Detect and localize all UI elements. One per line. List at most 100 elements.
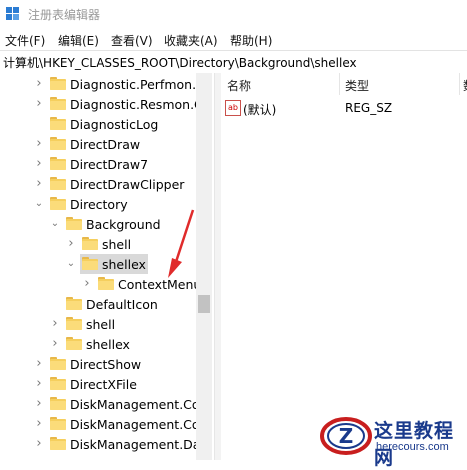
tree-item-label: Diagnostic.Perfmon.D [70,77,206,92]
tree-item-label: Background [86,217,161,232]
chevron-right-icon[interactable]: › [66,237,76,250]
chevron-right-icon[interactable]: › [34,377,44,390]
scrollbar-thumb[interactable] [198,295,210,313]
tree-item[interactable]: ⌄ Directory [0,194,214,214]
folder-icon [50,377,66,390]
folder-icon [50,397,66,410]
tree-item-label: DirectXFile [70,377,137,392]
string-value-icon: ab [225,100,241,116]
menu-help[interactable]: 帮助(H) [230,32,272,49]
list-item[interactable]: ab (默认) REG_SZ [221,99,467,117]
folder-icon [50,417,66,430]
tree-item[interactable]: › DiskManagement.Con [0,394,214,414]
chevron-down-icon[interactable]: ⌄ [66,258,76,270]
tree-item-label: DefaultIcon [86,297,158,312]
tree-item-label: DiskManagement.Con [70,417,208,432]
menu-bar: 文件(F) 编辑(E) 查看(V) 收藏夹(A) 帮助(H) [0,30,467,50]
key-tree[interactable]: › Diagnostic.Perfmon.D › Diagnostic.Resmon.… [0,73,214,460]
tree-item[interactable]: › Diagnostic.Resmon.C [0,94,214,114]
chevron-right-icon[interactable]: › [34,357,44,370]
value-type: REG_SZ [345,101,393,115]
tree-item[interactable]: › ContextMenu [0,274,214,294]
values-list[interactable]: 名称 类型 数 ab (默认) REG_SZ [221,73,467,460]
folder-icon [50,197,66,210]
watermark: Z 这里教程网 herecours.com [318,414,464,469]
chevron-right-icon[interactable]: › [34,97,44,110]
folder-icon [50,437,66,450]
column-separator[interactable] [339,73,340,95]
chevron-right-icon[interactable]: › [34,397,44,410]
tree-item[interactable]: › DirectDraw [0,134,214,154]
window-title: 注册表编辑器 [28,8,101,22]
menu-favorites[interactable]: 收藏夹(A) [164,32,218,49]
pane-splitter[interactable] [214,73,221,460]
folder-icon [50,77,66,90]
tree-item-label: DirectDrawClipper [70,177,185,192]
chevron-right-icon[interactable]: › [34,417,44,430]
tree-item[interactable]: DiagnosticLog [0,114,214,134]
tree-item-label: ContextMenu [118,277,202,292]
tree-item[interactable]: › DirectDrawClipper [0,174,214,194]
folder-icon [50,97,66,110]
folder-icon [98,277,114,290]
chevron-down-icon[interactable]: ⌄ [34,198,44,210]
chevron-right-icon[interactable]: › [50,317,60,330]
watermark-url: herecours.com [376,441,449,453]
tree-item-label: Diagnostic.Resmon.C [70,97,203,112]
tree-item-label: DirectShow [70,357,142,372]
menu-edit[interactable]: 编辑(E) [58,32,99,49]
tree-item-label: shell [102,237,132,252]
chevron-right-icon[interactable]: › [34,177,44,190]
tree-item[interactable]: › DirectXFile [0,374,214,394]
tree-item-label: DiagnosticLog [70,117,159,132]
menu-file[interactable]: 文件(F) [5,32,45,49]
tree-item[interactable]: › DirectShow [0,354,214,374]
title-bar: 注册表编辑器 [0,0,467,28]
chevron-right-icon[interactable]: › [34,77,44,90]
tree-item-label: DirectDraw [70,137,141,152]
chevron-right-icon[interactable]: › [50,337,60,350]
folder-icon [66,217,82,230]
menu-view[interactable]: 查看(V) [111,32,153,49]
tree-item-label: shellex [102,257,146,272]
tree-item[interactable]: ⌄ shellex [0,254,214,274]
tree-item[interactable]: DefaultIcon [0,294,214,314]
tree-item-label: shell [86,317,116,332]
regedit-icon [6,7,20,21]
folder-icon [50,177,66,190]
tree-item[interactable]: › DiskManagement.Dat [0,434,214,454]
column-separator[interactable] [459,73,460,95]
tree-item-label: DiskManagement.Dat [70,437,206,452]
chevron-right-icon[interactable]: › [34,437,44,450]
folder-icon [50,117,66,130]
column-type[interactable]: 类型 [345,77,369,94]
value-name: (默认) [243,103,277,117]
tree-item-label: Directory [70,197,128,212]
tree-item[interactable]: › shellex [0,334,214,354]
chevron-right-icon[interactable]: › [34,157,44,170]
address-bar[interactable]: 计算机\HKEY_CLASSES_ROOT\Directory\Backgrou… [0,50,467,74]
tree-item[interactable]: › Diagnostic.Perfmon.D [0,74,214,94]
address-path: 计算机\HKEY_CLASSES_ROOT\Directory\Backgrou… [3,56,357,70]
column-name[interactable]: 名称 [227,77,251,94]
tree-scrollbar[interactable] [196,73,212,460]
tree-item[interactable]: › DirectDraw7 [0,154,214,174]
column-data[interactable]: 数 [463,77,467,94]
folder-icon [66,297,82,310]
folder-icon [50,357,66,370]
chevron-right-icon[interactable]: › [34,137,44,150]
tree-item[interactable]: ⌄ Background [0,214,214,234]
tree-item[interactable]: › shell [0,314,214,334]
tree-item-label: DiskManagement.Con [70,397,208,412]
tree-item[interactable]: › shell [0,234,214,254]
folder-icon [50,137,66,150]
chevron-down-icon[interactable]: ⌄ [50,218,60,230]
tree-item-label: DirectDraw7 [70,157,149,172]
watermark-logo-icon: Z [320,417,372,455]
folder-icon [82,257,98,270]
chevron-right-icon[interactable]: › [82,277,92,290]
folder-icon [50,157,66,170]
tree-item[interactable]: › DiskManagement.Con [0,414,214,434]
tree-item-label: shellex [86,337,130,352]
watermark-logo-letter: Z [339,424,354,448]
